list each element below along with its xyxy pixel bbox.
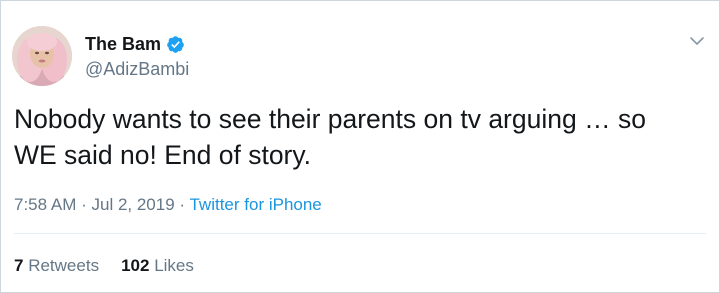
tweet-stats: 7 Retweets 102 Likes [14,255,194,277]
meta-separator: · [174,195,190,214]
likes-stat[interactable]: 102 Likes [121,256,194,275]
retweets-label: Retweets [28,256,100,275]
tweet-source-link[interactable]: Twitter for iPhone [189,195,321,214]
retweets-stat[interactable]: 7 Retweets [14,256,99,275]
tweet-text: Nobody wants to see their parents on tv … [14,104,646,170]
tweet-meta: 7:58 AM · Jul 2, 2019 · Twitter for iPho… [14,194,322,216]
name-row: The Bam [85,32,185,56]
avatar[interactable] [12,26,72,86]
chevron-down-icon[interactable] [689,35,705,47]
tweet-date[interactable]: Jul 2, 2019 [91,195,174,214]
meta-separator: · [76,195,92,214]
display-name[interactable]: The Bam [85,32,161,56]
likes-label: Likes [154,256,194,275]
user-handle[interactable]: @AdizBambi [85,57,189,81]
divider [14,233,706,234]
retweets-count: 7 [14,256,24,275]
avatar-image [12,26,72,86]
tweet-time[interactable]: 7:58 AM [14,195,76,214]
tweet-card: The Bam @AdizBambi Nobody wants to see t… [0,0,720,293]
likes-count: 102 [121,256,150,275]
verified-badge-icon [166,35,185,54]
